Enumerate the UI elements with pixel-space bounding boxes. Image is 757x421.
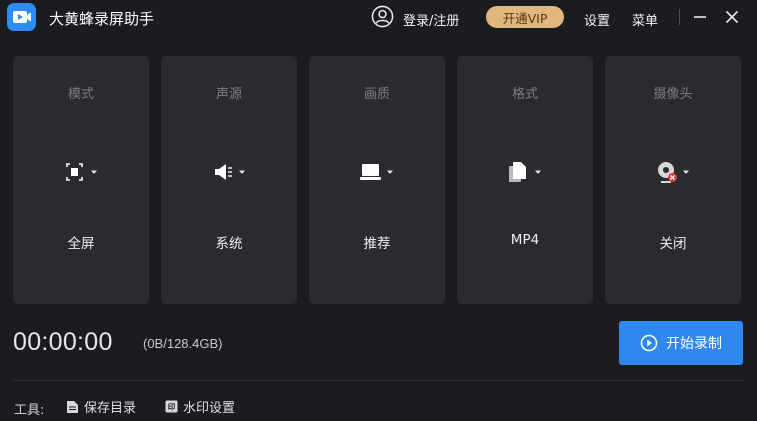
storage-usage: (0B/128.4GB) bbox=[143, 336, 223, 351]
play-circle-icon bbox=[640, 334, 658, 352]
tools-label: 工具: bbox=[14, 403, 45, 418]
watermark-icon: 印 bbox=[165, 400, 178, 413]
titlebar-divider bbox=[679, 9, 680, 25]
card-value: 全屏 bbox=[67, 236, 95, 252]
svg-text:印: 印 bbox=[168, 402, 176, 412]
save-directory-label: 保存目录 bbox=[84, 401, 137, 416]
vip-button[interactable]: 开通VIP bbox=[486, 6, 564, 28]
audio-source-card[interactable]: 声源 系统 bbox=[161, 56, 297, 304]
title-bar: 大黄蜂录屏助手 登录/注册 开通VIP 设置 菜单 bbox=[0, 0, 757, 36]
card-value: 系统 bbox=[215, 236, 243, 252]
minimize-icon[interactable] bbox=[690, 7, 710, 27]
start-record-button[interactable]: 开始录制 bbox=[619, 321, 743, 365]
user-icon[interactable] bbox=[371, 5, 394, 28]
card-label: 画质 bbox=[363, 87, 390, 102]
quality-card[interactable]: 画质 推荐 bbox=[309, 56, 445, 304]
camera-card[interactable]: 摄像头 关闭 bbox=[605, 56, 741, 304]
card-label: 声源 bbox=[215, 87, 242, 102]
watermark-settings-label: 水印设置 bbox=[183, 401, 236, 416]
settings-button[interactable]: 设置 bbox=[584, 10, 610, 29]
mode-card[interactable]: 模式 全屏 bbox=[13, 56, 149, 304]
close-icon[interactable] bbox=[722, 7, 742, 27]
menu-button[interactable]: 菜单 bbox=[632, 10, 658, 29]
login-link[interactable]: 登录/注册 bbox=[403, 10, 459, 29]
card-value: MP4 bbox=[510, 232, 540, 248]
folder-doc-icon bbox=[67, 400, 78, 413]
card-label: 模式 bbox=[67, 87, 94, 102]
start-record-label: 开始录制 bbox=[666, 336, 722, 352]
format-card[interactable]: 格式 MP4 bbox=[457, 56, 593, 304]
fullscreen-icon[interactable] bbox=[61, 160, 101, 184]
card-label: 格式 bbox=[511, 87, 538, 102]
divider bbox=[13, 380, 743, 381]
app-title: 大黄蜂录屏助手 bbox=[49, 10, 155, 28]
webcam-off-icon[interactable] bbox=[653, 160, 693, 184]
card-value: 推荐 bbox=[363, 236, 391, 252]
save-directory-button[interactable]: 保存目录 bbox=[66, 397, 136, 416]
file-icon[interactable] bbox=[505, 160, 545, 184]
speaker-icon[interactable] bbox=[209, 160, 249, 184]
app-logo-icon bbox=[7, 3, 36, 31]
watermark-settings-button[interactable]: 印 水印设置 bbox=[165, 397, 235, 416]
monitor-icon[interactable] bbox=[357, 160, 397, 184]
recording-timer: 00:00:00 bbox=[13, 328, 113, 356]
card-value: 关闭 bbox=[659, 236, 687, 252]
card-label: 摄像头 bbox=[653, 87, 693, 102]
